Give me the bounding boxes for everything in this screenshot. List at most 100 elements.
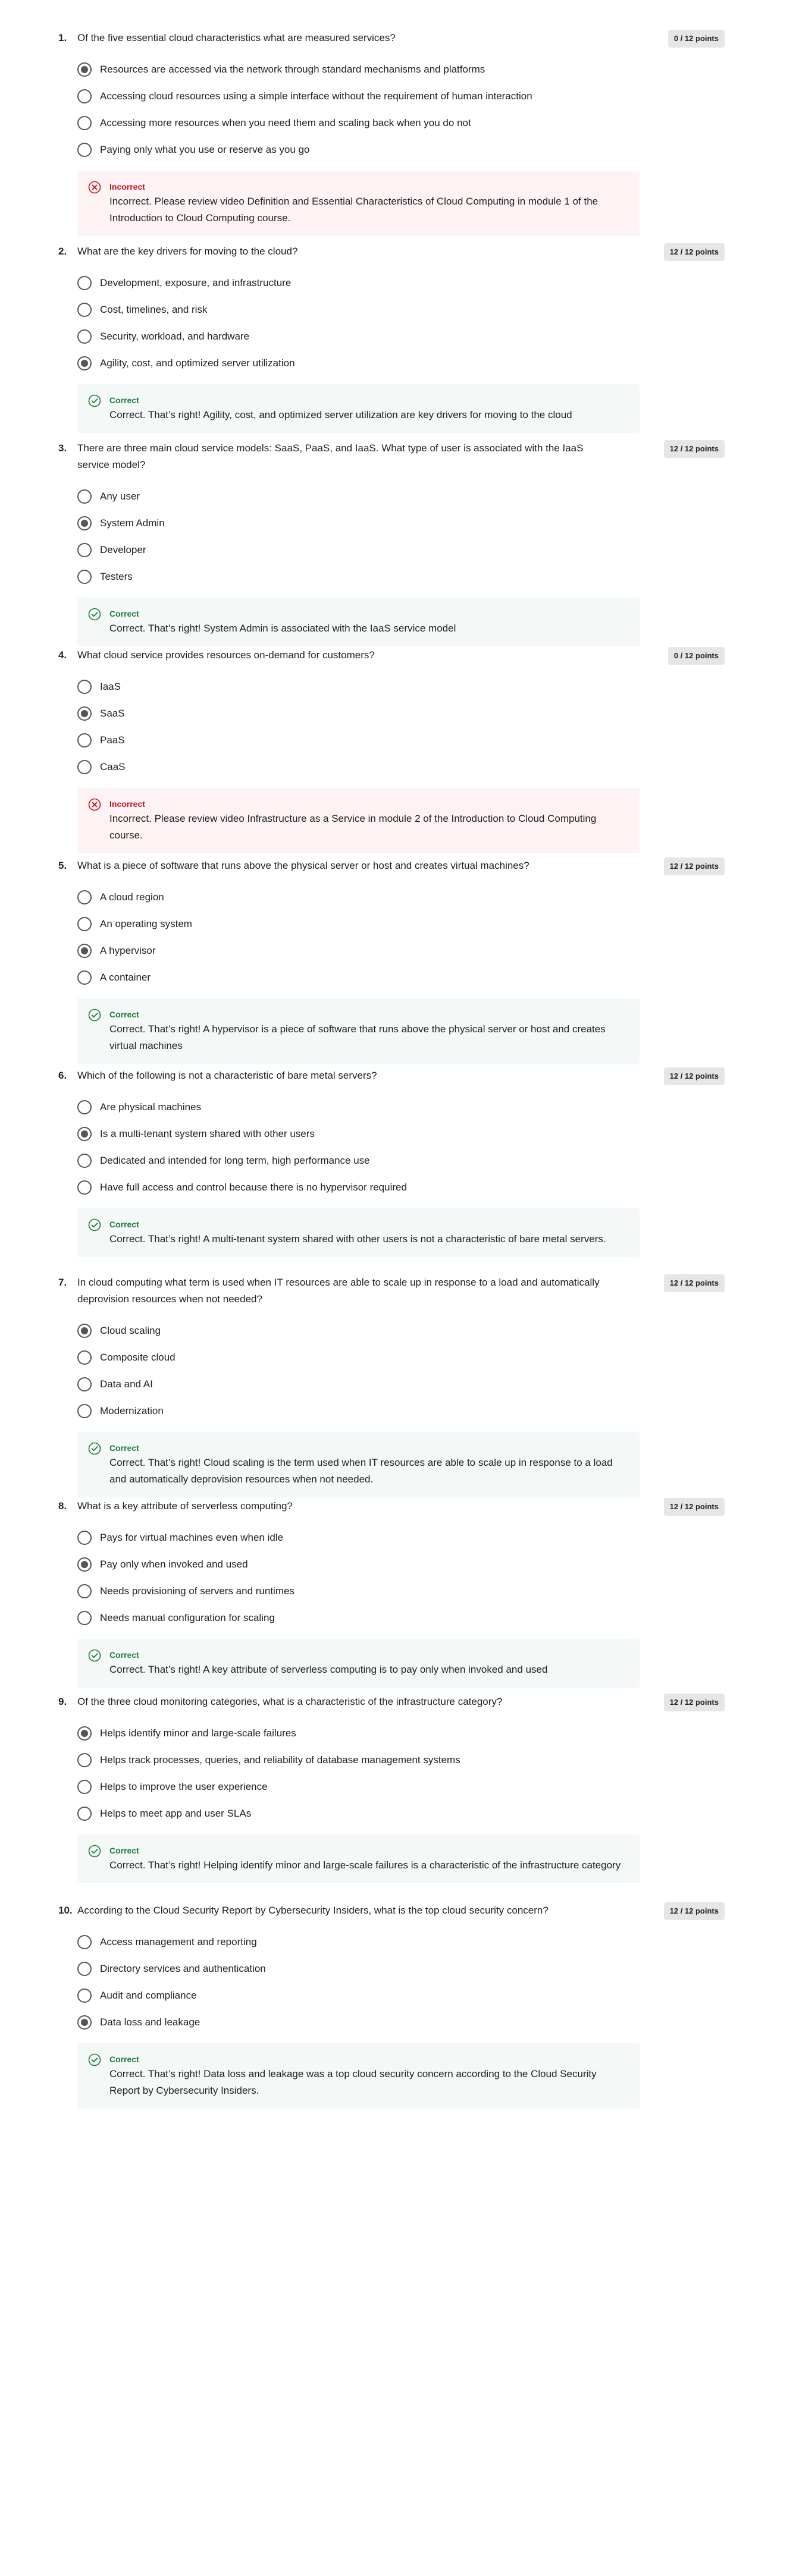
radio-button[interactable] bbox=[77, 356, 92, 370]
answer-option[interactable]: Accessing more resources when you need t… bbox=[77, 109, 725, 136]
radio-button[interactable] bbox=[77, 489, 92, 504]
points-badge: 12 / 12 points bbox=[663, 440, 725, 458]
radio-button[interactable] bbox=[77, 542, 92, 557]
answer-option[interactable]: Data and AI bbox=[77, 1371, 725, 1397]
points-badge: 12 / 12 points bbox=[663, 243, 725, 261]
radio-button[interactable] bbox=[77, 1153, 92, 1168]
radio-button[interactable] bbox=[77, 1180, 92, 1195]
answer-option[interactable]: Accessing cloud resources using a simple… bbox=[77, 83, 725, 109]
answer-option[interactable]: Are physical machines bbox=[77, 1094, 725, 1120]
radio-button[interactable] bbox=[77, 1726, 92, 1741]
answer-option[interactable]: A container bbox=[77, 964, 725, 991]
radio-button[interactable] bbox=[77, 1403, 92, 1418]
radio-button[interactable] bbox=[77, 302, 92, 317]
option-label: System Admin bbox=[100, 517, 165, 529]
answer-option-selected[interactable]: Agility, cost, and optimized server util… bbox=[77, 350, 725, 376]
radio-button[interactable] bbox=[77, 1752, 92, 1767]
radio-button[interactable] bbox=[77, 679, 92, 694]
radio-button[interactable] bbox=[77, 115, 92, 130]
radio-button[interactable] bbox=[77, 62, 92, 77]
answer-option[interactable]: Audit and compliance bbox=[77, 1982, 725, 2009]
radio-button[interactable] bbox=[77, 1323, 92, 1338]
radio-button[interactable] bbox=[77, 329, 92, 344]
radio-button[interactable] bbox=[77, 970, 92, 985]
radio-button[interactable] bbox=[77, 759, 92, 774]
answer-option-selected[interactable]: Cloud scaling bbox=[77, 1317, 725, 1344]
answer-option[interactable]: Helps track processes, queries, and reli… bbox=[77, 1746, 725, 1773]
question-text: What are the key drivers for moving to t… bbox=[77, 246, 298, 257]
radio-button[interactable] bbox=[77, 516, 92, 530]
answer-option-selected[interactable]: A hypervisor bbox=[77, 937, 725, 964]
radio-button[interactable] bbox=[77, 1779, 92, 1794]
answer-option-selected[interactable]: Helps identify minor and large-scale fai… bbox=[77, 1720, 725, 1746]
radio-button[interactable] bbox=[77, 1584, 92, 1598]
radio-button[interactable] bbox=[77, 943, 92, 958]
radio-button[interactable] bbox=[77, 1961, 92, 1976]
radio-button[interactable] bbox=[77, 142, 92, 157]
question-2: 2. What are the key drivers for moving t… bbox=[58, 243, 725, 433]
question-number: 5. bbox=[58, 860, 67, 871]
answer-option[interactable]: An operating system bbox=[77, 910, 725, 937]
radio-button[interactable] bbox=[77, 1099, 92, 1114]
answer-option[interactable]: IaaS bbox=[77, 673, 725, 700]
radio-button[interactable] bbox=[77, 706, 92, 721]
points-badge: 12 / 12 points bbox=[663, 1902, 725, 1920]
radio-button[interactable] bbox=[77, 1557, 92, 1572]
feedback-text: Correct. That’s right! System Admin is a… bbox=[109, 623, 456, 634]
option-label: Any user bbox=[100, 490, 140, 502]
answer-option[interactable]: Composite cloud bbox=[77, 1344, 725, 1371]
question-text: What cloud service provides resources on… bbox=[77, 649, 375, 661]
answer-option[interactable]: Cost, timelines, and risk bbox=[77, 296, 725, 323]
radio-button[interactable] bbox=[77, 1530, 92, 1545]
answer-option[interactable]: Helps to meet app and user SLAs bbox=[77, 1800, 725, 1827]
points-badge: 12 / 12 points bbox=[663, 1067, 725, 1085]
answer-option[interactable]: Modernization bbox=[77, 1397, 725, 1424]
radio-button[interactable] bbox=[77, 890, 92, 904]
answer-option[interactable]: PaaS bbox=[77, 727, 725, 753]
answer-option-selected[interactable]: System Admin bbox=[77, 510, 725, 536]
radio-button[interactable] bbox=[77, 1126, 92, 1141]
radio-button[interactable] bbox=[77, 1988, 92, 2003]
answer-option[interactable]: Any user bbox=[77, 483, 725, 510]
points-badge: 12 / 12 points bbox=[663, 1694, 725, 1711]
option-label: A hypervisor bbox=[100, 944, 156, 956]
answer-option[interactable]: Needs provisioning of servers and runtim… bbox=[77, 1578, 725, 1604]
answer-option[interactable]: Access management and reporting bbox=[77, 1928, 725, 1955]
radio-button[interactable] bbox=[77, 569, 92, 584]
radio-button[interactable] bbox=[77, 916, 92, 931]
radio-button[interactable] bbox=[77, 733, 92, 747]
points-badge: 12 / 12 points bbox=[663, 1498, 725, 1516]
radio-button[interactable] bbox=[77, 2015, 92, 2030]
question-header: 3. There are three main cloud service mo… bbox=[58, 440, 725, 473]
answer-option-selected[interactable]: SaaS bbox=[77, 700, 725, 727]
answer-option[interactable]: Needs manual configuration for scaling bbox=[77, 1604, 725, 1631]
answer-option[interactable]: Dedicated and intended for long term, hi… bbox=[77, 1147, 725, 1174]
radio-button[interactable] bbox=[77, 1350, 92, 1365]
answer-option[interactable]: Security, workload, and hardware bbox=[77, 323, 725, 350]
answer-option[interactable]: Pays for virtual machines even when idle bbox=[77, 1524, 725, 1551]
answer-option[interactable]: Directory services and authentication bbox=[77, 1955, 725, 1982]
answer-option-selected[interactable]: Pay only when invoked and used bbox=[77, 1551, 725, 1578]
check-circle-icon bbox=[88, 1649, 101, 1662]
radio-button[interactable] bbox=[77, 1934, 92, 1949]
radio-button[interactable] bbox=[77, 1377, 92, 1391]
answer-option-selected[interactable]: Resources are accessed via the network t… bbox=[77, 56, 725, 83]
feedback-title: Correct bbox=[109, 1443, 139, 1453]
answer-option[interactable]: A cloud region bbox=[77, 884, 725, 910]
answer-option[interactable]: Have full access and control because the… bbox=[77, 1174, 725, 1201]
answer-option[interactable]: Paying only what you use or reserve as y… bbox=[77, 136, 725, 163]
radio-button[interactable] bbox=[77, 275, 92, 290]
answer-option[interactable]: Developer bbox=[77, 536, 725, 563]
option-label: Access management and reporting bbox=[100, 1936, 257, 1947]
answer-option[interactable]: CaaS bbox=[77, 753, 725, 780]
answer-option[interactable]: Development, exposure, and infrastructur… bbox=[77, 269, 725, 296]
answer-option-selected[interactable]: Is a multi-tenant system shared with oth… bbox=[77, 1120, 725, 1147]
answer-option[interactable]: Helps to improve the user experience bbox=[77, 1773, 725, 1800]
radio-button[interactable] bbox=[77, 1806, 92, 1821]
radio-button[interactable] bbox=[77, 1610, 92, 1625]
feedback-text: Correct. That’s right! Agility, cost, an… bbox=[109, 409, 572, 420]
radio-button[interactable] bbox=[77, 89, 92, 103]
answer-option[interactable]: Testers bbox=[77, 563, 725, 590]
option-label: Security, workload, and hardware bbox=[100, 330, 250, 342]
answer-option-selected[interactable]: Data loss and leakage bbox=[77, 2009, 725, 2035]
